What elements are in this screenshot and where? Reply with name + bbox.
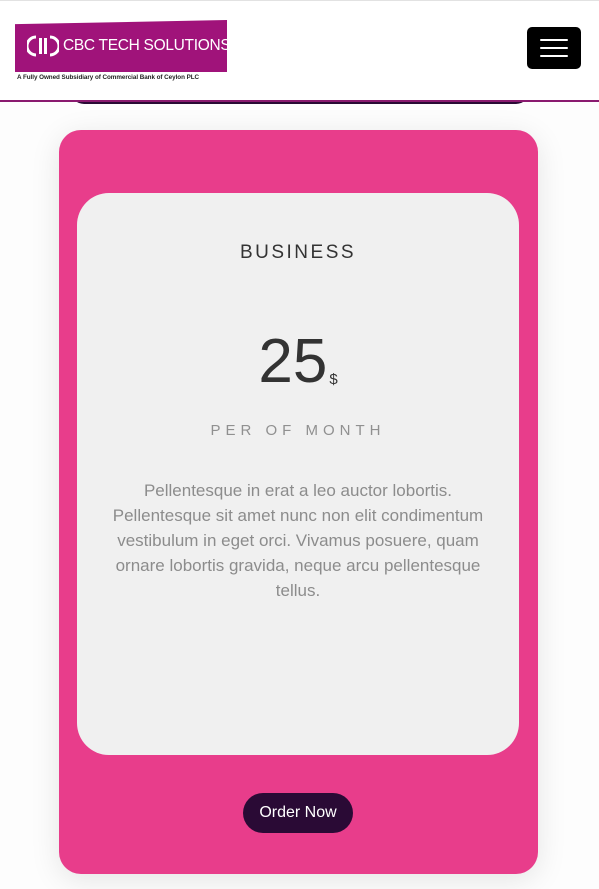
logo-banner: CBC TECH SOLUTIONS <box>15 20 227 72</box>
price-currency: $ <box>329 371 338 388</box>
hamburger-menu-icon-bar <box>540 39 568 41</box>
company-logo[interactable]: CBC TECH SOLUTIONS A Fully Owned Subsidi… <box>15 20 228 84</box>
logo-name: CBC TECH SOLUTIONS <box>63 37 231 54</box>
price-period: PER OF MONTH <box>210 422 386 439</box>
hamburger-menu-icon-bar <box>540 55 568 57</box>
pricing-card: BUSINESS 25 $ PER OF MONTH Pellentesque … <box>59 130 538 874</box>
logo-tagline: A Fully Owned Subsidiary of Commercial B… <box>17 74 200 81</box>
order-now-button[interactable]: Order Now <box>243 793 353 833</box>
hamburger-menu-icon-bar <box>540 47 568 49</box>
pricing-card-body: BUSINESS 25 $ PER OF MONTH Pellentesque … <box>77 193 519 755</box>
plan-description: Pellentesque in erat a leo auctor lobort… <box>112 481 484 600</box>
site-header: CBC TECH SOLUTIONS A Fully Owned Subsidi… <box>0 0 599 102</box>
hamburger-menu-button[interactable] <box>527 27 581 69</box>
page: CBC TECH SOLUTIONS A Fully Owned Subsidi… <box>0 0 599 889</box>
cbc-logo-icon <box>27 35 59 57</box>
price: 25 $ <box>77 331 519 393</box>
price-amount: 25 <box>258 327 328 396</box>
plan-name: BUSINESS <box>239 242 357 263</box>
